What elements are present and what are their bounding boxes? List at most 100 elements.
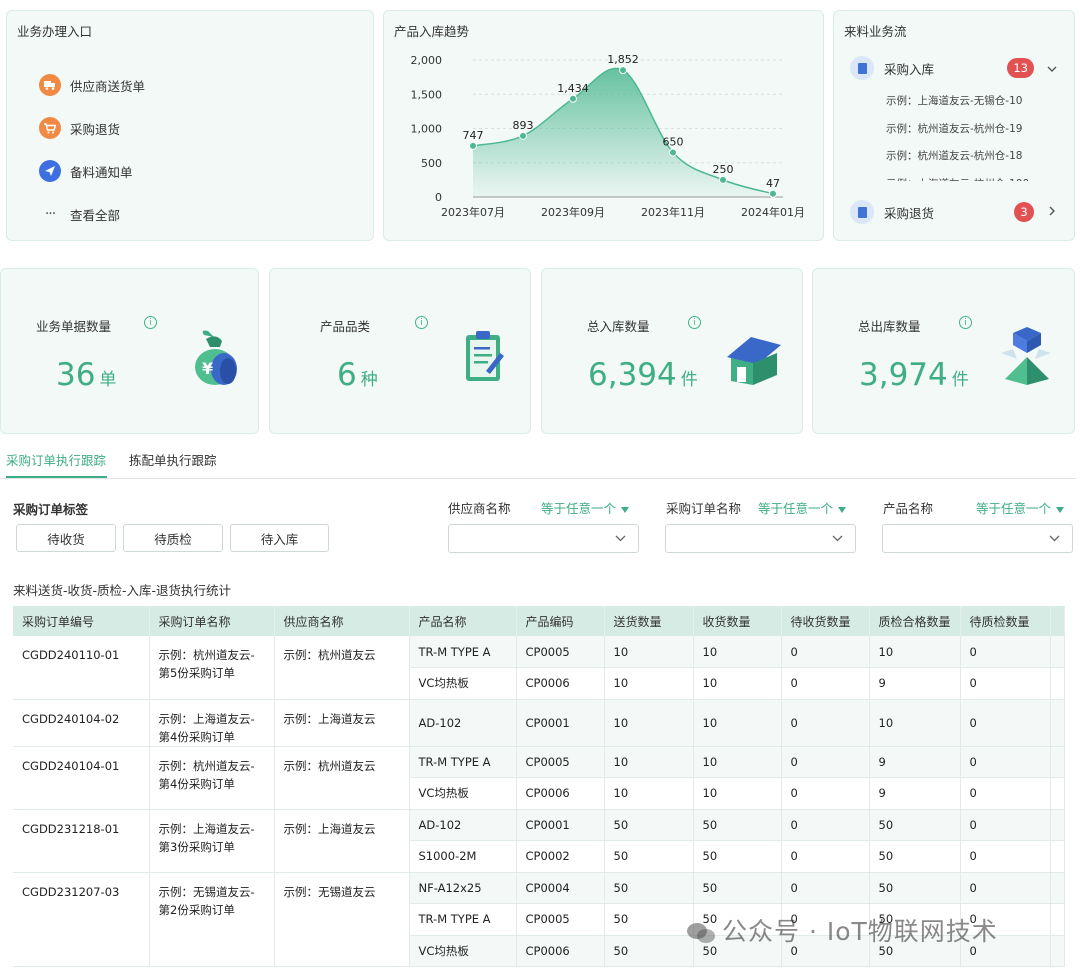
table-row[interactable]: CGDD231218-01 示例：上海道友云-第3份采购订单 示例：上海道友云 AD-… — [13, 809, 1065, 873]
table-cell: CP0005 — [516, 746, 605, 778]
table-cell-spacer — [1050, 667, 1065, 700]
cell-order-code: CGDD240104-01 — [13, 746, 150, 810]
table-cell: 9 — [869, 746, 961, 778]
table-cell: CP0006 — [516, 935, 605, 967]
product-name-select[interactable] — [882, 524, 1073, 553]
table-cell: 10 — [869, 636, 961, 668]
order-name-select[interactable] — [665, 524, 856, 553]
trend-chart: 0 500 1,000 1,500 2,000 747 893 1,434 1,852 650 25… — [411, 53, 806, 219]
column-header[interactable]: 采购订单名称 — [149, 606, 275, 636]
data-point — [719, 175, 727, 184]
flow-item-purchase-in[interactable]: 采购入库 13 — [850, 55, 1058, 81]
truck-icon — [39, 74, 61, 96]
series-area — [473, 68, 773, 197]
kpi-value: 6,394 件 — [588, 357, 698, 393]
tag-pending-warehousing[interactable]: 待入库 — [230, 524, 329, 552]
table-cell: 10 — [869, 699, 961, 747]
kpi-value: 3,974 件 — [859, 357, 969, 393]
column-header[interactable]: 待质检数量 — [960, 606, 1051, 636]
flow-sub-item[interactable]: 示例：上海道友云-杭州仓-100 — [886, 176, 1029, 182]
cell-order-supplier: 示例：杭州道友云 — [274, 746, 410, 810]
info-icon[interactable]: i — [415, 316, 428, 329]
tab-picking-tracking[interactable]: 拣配单执行跟踪 — [129, 450, 217, 469]
table-row[interactable]: CGDD240104-02 示例：上海道友云-第4份采购订单 示例：上海道友云 AD-… — [13, 699, 1065, 747]
warehouse-icon — [727, 337, 781, 385]
caret-down-icon — [621, 506, 630, 513]
table-cell: 50 — [693, 809, 782, 841]
flow-sub-item[interactable]: 示例：上海道友云-无锡仓-10 — [886, 93, 1022, 108]
entry-view-all[interactable]: ··· 查看全部 — [39, 202, 120, 226]
table-cell: CP0004 — [516, 872, 605, 904]
table-cell: 50 — [693, 840, 782, 873]
cube-icon — [1001, 327, 1051, 385]
table-row[interactable]: CGDD240110-01 示例：杭州道友云-第5份采购订单 示例：杭州道友云 TR-… — [13, 636, 1065, 700]
kpi-value: 6种 — [337, 357, 378, 393]
chevron-right-icon[interactable] — [1046, 205, 1058, 219]
column-header[interactable]: 采购订单编号 — [13, 606, 150, 636]
info-icon[interactable]: i — [959, 316, 972, 329]
table-cell-spacer — [1050, 636, 1065, 668]
table-cell-spacer — [1050, 746, 1065, 778]
flow-item-label: 采购入库 — [884, 61, 935, 77]
table-cell: 50 — [693, 872, 782, 904]
filter-operator-order-name[interactable]: 等于任意一个 — [758, 498, 847, 517]
flow-sub-item[interactable]: 示例：杭州道友云-杭州仓-18 — [886, 148, 1022, 163]
chevron-down-icon[interactable] — [1046, 61, 1058, 75]
entry-label: 采购退货 — [70, 121, 121, 137]
y-tick-label: 1,500 — [411, 88, 443, 101]
column-header[interactable]: 收货数量 — [693, 606, 782, 636]
cell-order-supplier: 示例：上海道友云 — [274, 809, 410, 873]
chevron-down-icon — [832, 531, 843, 545]
flow-sub-item[interactable]: 示例：杭州道友云-杭州仓-19 — [886, 121, 1022, 136]
filter-operator-product-name[interactable]: 等于任意一个 — [976, 498, 1065, 517]
column-header[interactable]: 产品名称 — [409, 606, 517, 636]
flow-item-purchase-return[interactable]: 采购退货 3 — [850, 199, 1058, 225]
table-cell: 0 — [960, 872, 1051, 904]
column-header[interactable]: 待收货数量 — [781, 606, 870, 636]
table-cell: 50 — [604, 935, 694, 967]
table-row[interactable]: CGDD231207-03 示例：无锡道友云-第2份采购订单 示例：无锡道友云 NF-… — [13, 872, 1065, 967]
table-cell: 0 — [781, 636, 870, 668]
entry-purchase-return[interactable]: 采购退货 — [39, 116, 120, 140]
quick-entry-title: 业务办理入口 — [17, 24, 93, 39]
data-point — [619, 66, 627, 75]
data-label: 747 — [463, 129, 484, 142]
table-cell: 50 — [869, 809, 961, 841]
table-cell: 0 — [960, 840, 1051, 873]
entry-supplier-delivery[interactable]: 供应商送货单 — [39, 73, 145, 97]
tag-pending-receipt[interactable]: 待收货 — [16, 524, 116, 552]
column-header[interactable]: 产品编码 — [516, 606, 605, 636]
y-tick-label: 500 — [421, 157, 442, 170]
table-cell: 0 — [781, 872, 870, 904]
table-cell: VC均热板 — [409, 667, 517, 700]
info-icon[interactable]: i — [144, 316, 157, 329]
table-cell: 0 — [781, 699, 870, 747]
filter-operator-supplier[interactable]: 等于任意一个 — [541, 498, 630, 517]
data-point — [769, 189, 777, 198]
column-header[interactable]: 质检合格数量 — [869, 606, 961, 636]
tag-pending-inspection[interactable]: 待质检 — [123, 524, 223, 552]
column-header[interactable]: 供应商名称 — [274, 606, 410, 636]
table-cell: 10 — [604, 746, 694, 778]
supplier-select[interactable] — [448, 524, 639, 553]
table-cell: 10 — [693, 777, 782, 810]
data-point — [569, 94, 577, 103]
info-icon[interactable]: i — [688, 316, 701, 329]
cell-order-code: CGDD240104-02 — [13, 699, 150, 747]
data-label: 1,852 — [607, 53, 639, 66]
tab-purchase-order-tracking[interactable]: 采购订单执行跟踪 — [6, 450, 106, 469]
table-cell: 0 — [960, 667, 1051, 700]
table-cell: 10 — [693, 667, 782, 700]
table-cell: AD-102 — [409, 699, 517, 747]
y-tick-label: 1,000 — [411, 123, 443, 136]
entry-material-notice[interactable]: 备料通知单 — [39, 159, 133, 183]
watermark: 公众号 · IoT物联网技术 — [686, 912, 998, 948]
flow-sublist: 示例：上海道友云-无锡仓-10 示例：杭州道友云-杭州仓-19 示例：杭州道友云-杭… — [834, 87, 1076, 181]
kpi-label: 总入库数量 — [587, 319, 650, 334]
table-row[interactable]: CGDD240104-01 示例：杭州道友云-第4份采购订单 示例：杭州道友云 TR-… — [13, 746, 1065, 810]
data-point — [519, 131, 527, 140]
y-tick-label: 2,000 — [411, 54, 443, 67]
kpi-label: 业务单据数量 — [36, 319, 112, 334]
column-header[interactable]: 送货数量 — [604, 606, 694, 636]
data-label: 47 — [766, 177, 780, 190]
